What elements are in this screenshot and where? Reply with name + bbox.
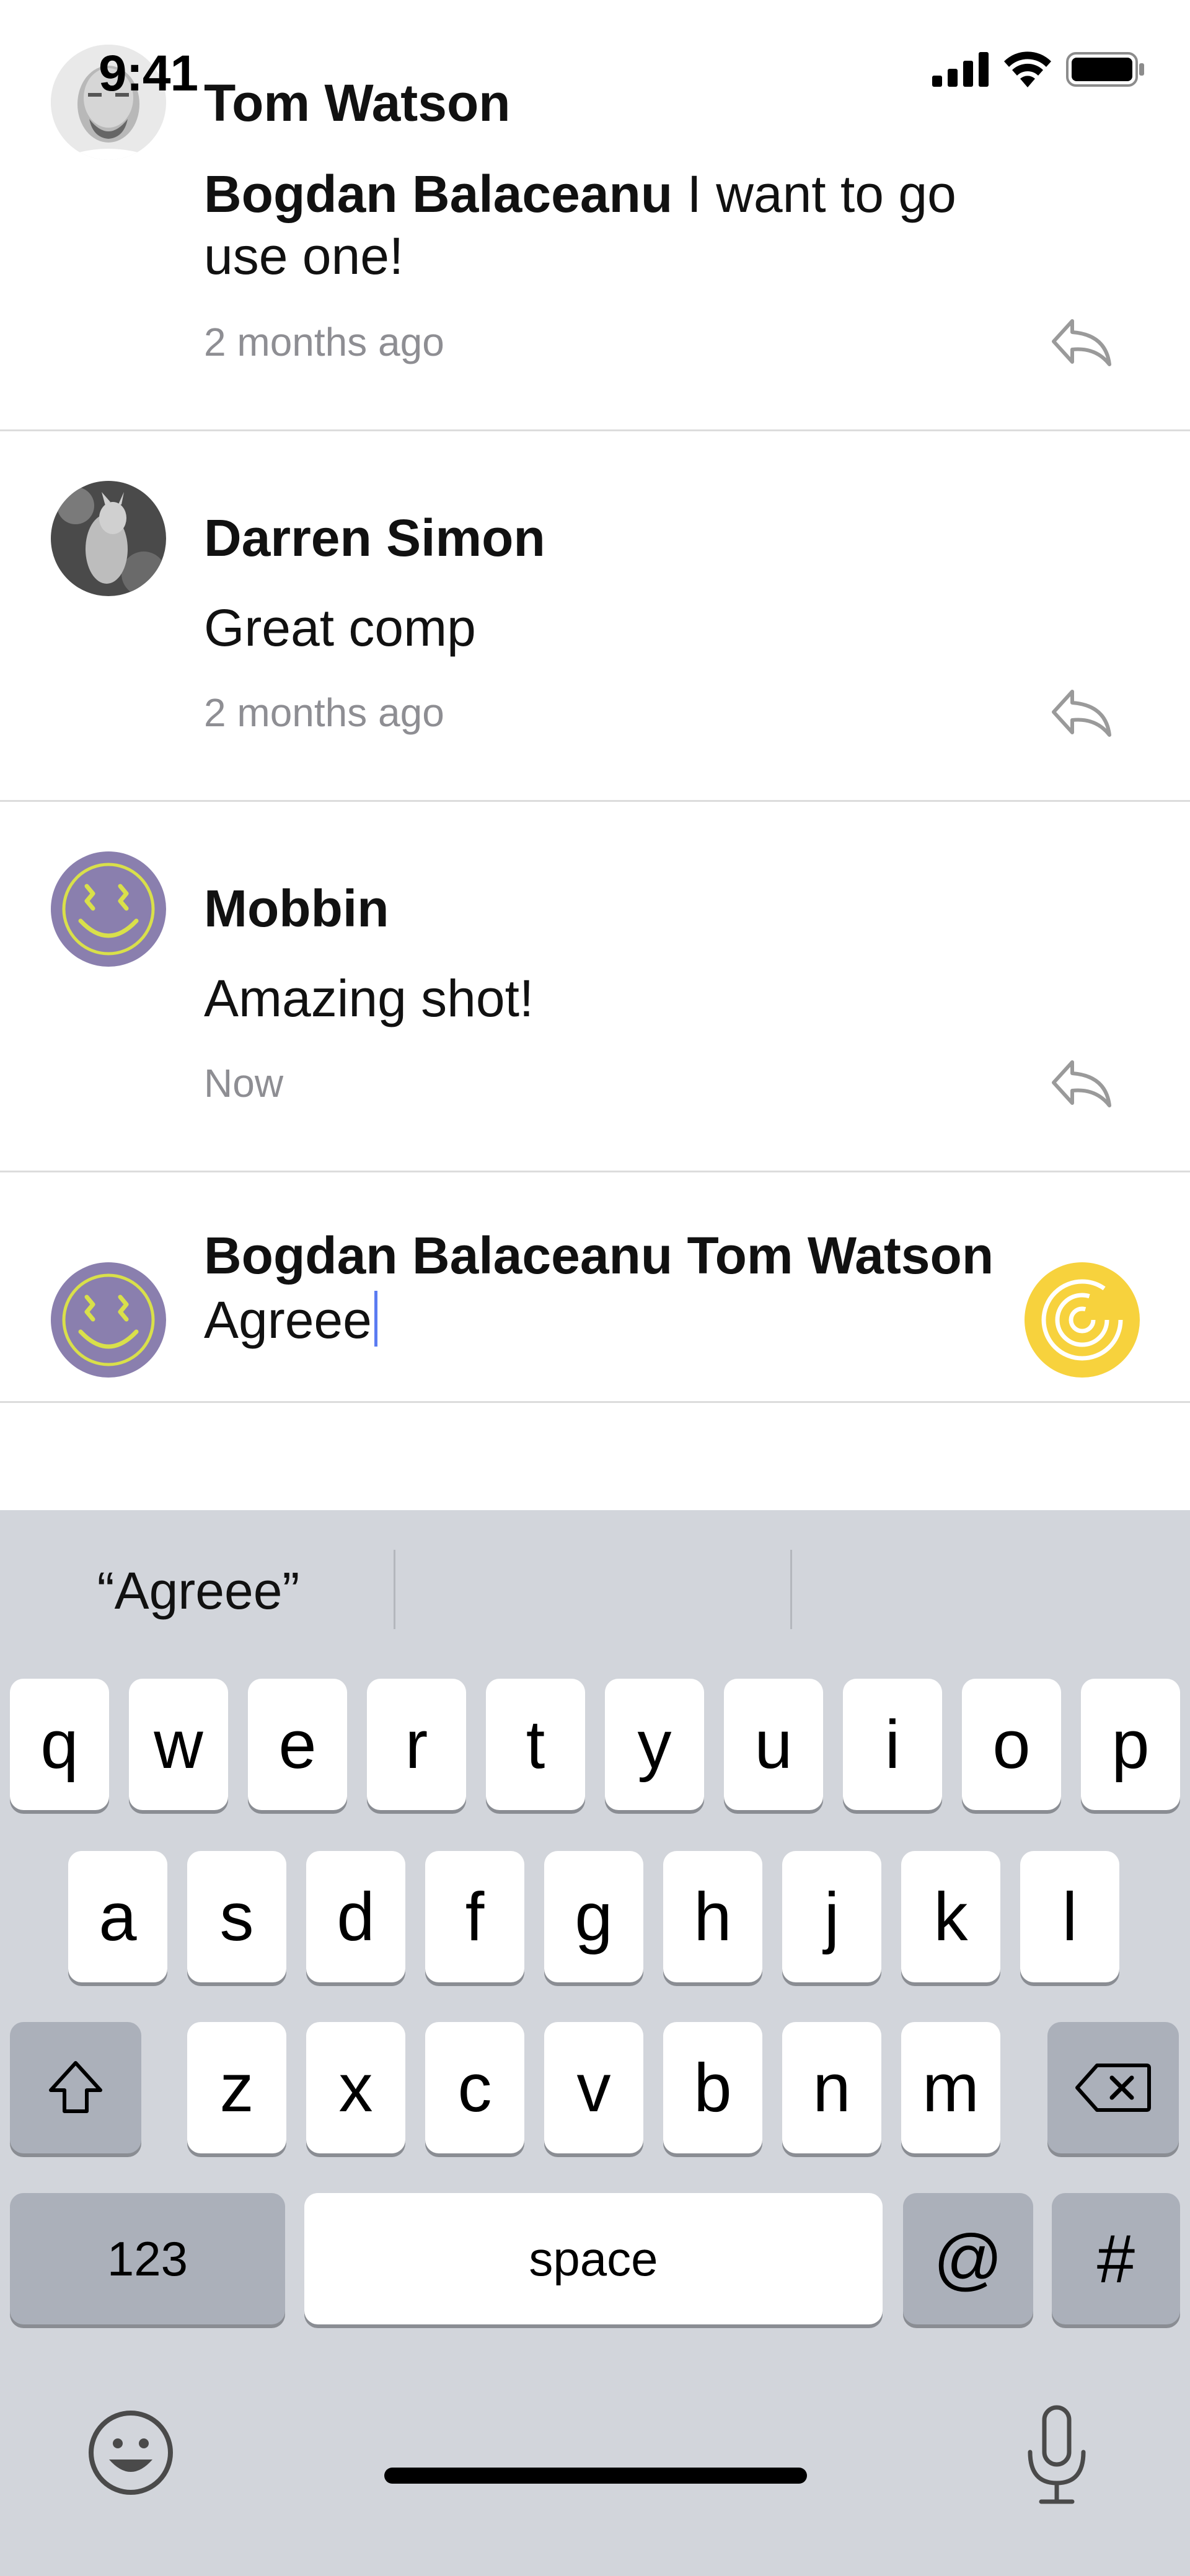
key-g[interactable]: g: [544, 1851, 643, 1982]
prediction-2[interactable]: [397, 1547, 793, 1634]
key-k[interactable]: k: [901, 1851, 1000, 1982]
key-j[interactable]: j: [782, 1851, 881, 1982]
input-text: Agreee: [204, 1291, 372, 1349]
comment-author[interactable]: Tom Watson: [204, 73, 511, 133]
key-h[interactable]: h: [663, 1851, 762, 1982]
key-c[interactable]: c: [425, 2022, 524, 2153]
status-icons: [932, 51, 1145, 88]
comment-item: Mobbin Amazing shot! Now: [0, 802, 1190, 1172]
key-x[interactable]: x: [306, 2022, 405, 2153]
prediction-divider: [394, 1550, 395, 1629]
key-b[interactable]: b: [663, 2022, 762, 2153]
prediction-3[interactable]: [793, 1547, 1190, 1634]
status-time: 9:41: [99, 45, 198, 102]
comment-composer: Bogdan Balaceanu Tom Watson Agreee: [0, 1172, 1190, 1403]
avatar: [51, 1262, 166, 1378]
emoji-icon[interactable]: [86, 2407, 176, 2498]
comment-body: Amazing shot!: [204, 969, 534, 1027]
avatar[interactable]: [51, 851, 166, 967]
comment-author[interactable]: Darren Simon: [204, 508, 545, 568]
key-t[interactable]: t: [486, 1679, 585, 1810]
hash-key[interactable]: #: [1052, 2193, 1180, 2324]
numbers-key[interactable]: 123: [10, 2193, 285, 2324]
input-mention: Tom Watson: [687, 1226, 994, 1285]
comment-time: 2 months ago: [204, 690, 444, 735]
key-i[interactable]: i: [843, 1679, 942, 1810]
key-f[interactable]: f: [425, 1851, 524, 1982]
comment-time: Now: [204, 1061, 284, 1106]
send-button[interactable]: [1025, 1262, 1140, 1378]
backspace-key[interactable]: [1047, 2022, 1179, 2153]
wifi-icon: [1004, 51, 1051, 87]
comment-mention[interactable]: Bogdan Balaceanu: [204, 165, 672, 223]
key-s[interactable]: s: [187, 1851, 286, 1982]
reply-icon[interactable]: [1047, 1055, 1116, 1110]
prediction-1[interactable]: “Agreee”: [0, 1547, 397, 1634]
prediction-bar: “Agreee”: [0, 1510, 1190, 1677]
key-y[interactable]: y: [605, 1679, 704, 1810]
space-key[interactable]: space: [304, 2193, 883, 2324]
key-p[interactable]: p: [1081, 1679, 1180, 1810]
key-l[interactable]: l: [1020, 1851, 1119, 1982]
key-d[interactable]: d: [306, 1851, 405, 1982]
at-key[interactable]: @: [903, 2193, 1033, 2324]
key-o[interactable]: o: [962, 1679, 1061, 1810]
text-caret: [374, 1291, 377, 1347]
key-a[interactable]: a: [68, 1851, 167, 1982]
key-n[interactable]: n: [782, 2022, 881, 2153]
comment-text: Bogdan Balaceanu I want to go use one!: [204, 163, 1022, 287]
key-q[interactable]: q: [10, 1679, 109, 1810]
key-r[interactable]: r: [367, 1679, 466, 1810]
comment-author[interactable]: Mobbin: [204, 879, 389, 939]
key-w[interactable]: w: [129, 1679, 228, 1810]
key-z[interactable]: z: [187, 2022, 286, 2153]
signal-icon: [932, 52, 989, 87]
shift-key[interactable]: [10, 2022, 141, 2153]
reply-icon[interactable]: [1047, 684, 1116, 740]
comment-time: 2 months ago: [204, 320, 444, 364]
send-icon: [1041, 1279, 1123, 1361]
backspace-icon: [1075, 2064, 1151, 2112]
comment-item: Darren Simon Great comp 2 months ago: [0, 431, 1190, 802]
home-indicator[interactable]: [384, 2468, 807, 2484]
reply-icon[interactable]: [1047, 314, 1116, 369]
battery-icon: [1066, 52, 1144, 87]
comment-input[interactable]: Bogdan Balaceanu Tom Watson Agreee: [204, 1223, 1010, 1352]
key-m[interactable]: m: [901, 2022, 1000, 2153]
shift-icon: [49, 2061, 102, 2113]
input-mention: Bogdan Balaceanu: [204, 1226, 673, 1285]
microphone-icon[interactable]: [1016, 2402, 1097, 2508]
key-v[interactable]: v: [544, 2022, 643, 2153]
key-u[interactable]: u: [724, 1679, 823, 1810]
key-e[interactable]: e: [248, 1679, 347, 1810]
keyboard: “Agreee” q w e r t y u i o p a s d f g h…: [0, 1510, 1190, 2576]
prediction-divider: [790, 1550, 792, 1629]
comment-body: Great comp: [204, 599, 476, 657]
avatar[interactable]: [51, 481, 166, 596]
